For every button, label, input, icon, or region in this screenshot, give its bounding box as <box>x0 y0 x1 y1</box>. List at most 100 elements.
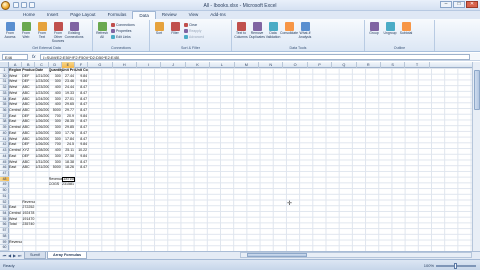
sort-button[interactable]: Sort <box>152 20 166 36</box>
ribbon-group-sort-filter: Sort Filter Clear Reapply Advanced Sort & Fil… <box>150 20 232 51</box>
tab-page-layout[interactable]: Page Layout <box>64 11 101 19</box>
from-access-icon <box>5 22 15 31</box>
grid-cell[interactable]: 8.47 <box>75 165 88 171</box>
ribbon-button-label: Group <box>369 31 379 35</box>
title-bar: All - Ibooks.xlsx - Microsoft Excel – □ … <box>0 0 480 11</box>
subtotal-button[interactable]: Subtotal <box>399 20 413 36</box>
tab-insert[interactable]: Insert <box>41 11 64 19</box>
properties-button[interactable]: Properties <box>111 28 131 33</box>
consolidate-icon <box>284 22 294 31</box>
reapply-button[interactable]: Reapply <box>184 28 201 33</box>
from-access-button[interactable]: From Access <box>3 20 17 40</box>
from-text-button[interactable]: From Text <box>35 20 49 40</box>
ribbon-small-label: Connections <box>116 22 135 27</box>
ribbon-group-label: Connections <box>111 46 131 50</box>
ribbon: From Access From Web From Text From Other S… <box>0 19 480 52</box>
ungroup-button[interactable]: Ungroup <box>383 20 397 36</box>
worksheet-grid[interactable]: RegionProductDateQuantityUnit PriceUnit … <box>9 68 472 251</box>
connections-button[interactable]: Connections <box>111 22 135 27</box>
grid-cell[interactable]: Total <box>9 222 22 228</box>
advanced-button[interactable]: Advanced <box>184 34 204 39</box>
ribbon-small-label: Reapply <box>189 28 202 33</box>
ribbon-button-label: Filter <box>171 31 179 35</box>
grid-cell[interactable]: East <box>9 165 22 171</box>
insert-function-icon[interactable]: fx <box>32 54 36 59</box>
zoom-level: 100% <box>423 263 434 268</box>
from-other-sources-button[interactable]: From Other Sources <box>51 20 65 43</box>
ribbon-group-outline: Group Ungroup Subtotal Outline <box>365 20 435 51</box>
filter-icon <box>170 22 180 31</box>
ribbon-button-label: What-If Analysis <box>298 31 312 39</box>
refresh-all-icon <box>97 22 107 31</box>
text-to-columns-icon <box>236 22 246 31</box>
ribbon-button-label: From Text <box>38 31 46 39</box>
sheet-tab-sumif[interactable]: Sumif <box>24 252 46 259</box>
close-button[interactable]: ✕ <box>466 1 478 8</box>
ribbon-button-label: Consolidate <box>280 31 298 35</box>
ribbon-button-label: Ungroup <box>383 31 397 35</box>
zoom-slider[interactable] <box>436 262 476 269</box>
horizontal-scroll-thumb[interactable] <box>247 253 307 257</box>
group-icon <box>369 22 379 31</box>
ribbon-small-label: Clear <box>189 22 198 27</box>
grid-cell[interactable]: ABC <box>22 165 35 171</box>
horizontal-scrollbar[interactable] <box>240 252 472 258</box>
zoom-control: 100% <box>423 262 476 269</box>
subtotal-icon <box>401 22 411 31</box>
grid-cell[interactable]: 1/31/2001 <box>35 165 48 171</box>
existing-connections-button[interactable]: Existing Connections <box>65 20 83 40</box>
formula-input[interactable]: {=SUM(E2:E50*(F2:F50))*D2:D50*E2:E45} <box>40 54 470 60</box>
zoom-slider-knob[interactable] <box>454 262 457 269</box>
data-validation-icon <box>268 22 278 31</box>
sort-icon <box>154 22 164 31</box>
ribbon-button-label: Subtotal <box>399 31 413 35</box>
maximize-button[interactable]: □ <box>453 1 465 8</box>
ribbon-button-label: Remove Duplicates <box>249 31 265 39</box>
properties-icon <box>111 28 115 33</box>
grid-cell[interactable]: 231581 <box>62 182 75 188</box>
tab-data[interactable]: Data <box>132 11 156 19</box>
sheet-tab-array-formulas[interactable]: Array Formulas <box>47 252 88 259</box>
vertical-scroll-thumb[interactable] <box>474 70 480 110</box>
ribbon-small-label: Advanced <box>189 34 205 39</box>
grid-cell[interactable]: 235740 <box>22 222 35 228</box>
ribbon-button-label: From Web <box>22 31 30 39</box>
ribbon-small-label: Edit Links <box>116 34 131 39</box>
text-to-columns-button[interactable]: Text to Columns <box>234 20 248 40</box>
ribbon-button-label: Text to Columns <box>234 31 248 39</box>
data-validation-button[interactable]: Data Validation <box>266 20 280 40</box>
vertical-scrollbar[interactable] <box>472 62 480 251</box>
ribbon-small-label: Properties <box>116 28 132 33</box>
group-button[interactable]: Group <box>367 20 381 36</box>
clear-icon <box>184 22 188 27</box>
tab-view[interactable]: View <box>183 11 205 19</box>
consolidate-button[interactable]: Consolidate <box>280 20 298 36</box>
tab-add-ins[interactable]: Add-Ins <box>204 11 232 19</box>
grid-cell[interactable]: Revenue <box>9 240 22 246</box>
from-text-icon <box>37 22 47 31</box>
tab-review[interactable]: Review <box>156 11 183 19</box>
advanced-icon <box>184 34 188 39</box>
grid-cell[interactable]: 18.26 <box>62 165 75 171</box>
existing-connections-icon <box>69 22 79 31</box>
ungroup-icon <box>385 22 395 31</box>
what-if-analysis-button[interactable]: What-If Analysis <box>298 20 312 40</box>
refresh-all-button[interactable]: Refresh All <box>95 20 109 40</box>
window-controls: – □ ✕ <box>440 1 478 8</box>
ribbon-button-label: Sort <box>155 31 163 35</box>
name-box[interactable]: E46 <box>2 54 28 60</box>
clear-button[interactable]: Clear <box>184 22 197 27</box>
reapply-icon <box>184 28 188 33</box>
grid-cell[interactable]: COGS <box>49 182 62 188</box>
grid-cell[interactable]: 5000 <box>49 165 62 171</box>
from-web-button[interactable]: From Web <box>19 20 33 40</box>
filter-button[interactable]: Filter <box>168 20 182 36</box>
edit-links-button[interactable]: Edit Links <box>111 34 131 39</box>
last-sheet-icon[interactable]: ⏭ <box>17 253 22 258</box>
tab-formulas[interactable]: Formulas <box>102 11 133 19</box>
minimize-button[interactable]: – <box>440 1 452 8</box>
tab-home[interactable]: Home <box>17 11 41 19</box>
ribbon-tabs: Home Insert Page Layout Formulas Data Review V… <box>0 11 480 19</box>
ribbon-group-label: Data Tools <box>289 46 307 50</box>
remove-duplicates-button[interactable]: Remove Duplicates <box>249 20 265 40</box>
